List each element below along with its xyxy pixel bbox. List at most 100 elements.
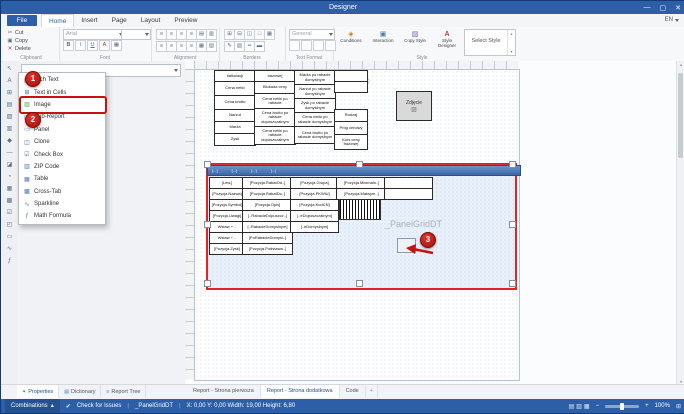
border-button-8[interactable]: ▬ (254, 41, 265, 52)
copy-style-button[interactable]: ▨Copy Style (400, 29, 430, 56)
menu-item-zip-code[interactable]: ▥ZIP Code (19, 161, 105, 173)
font-style-button-4[interactable]: ▦ (111, 40, 122, 51)
view-mode-icons: ▤▥▦ (569, 403, 590, 410)
scroll-down-icon[interactable]: ▾ (510, 49, 512, 54)
menu-item-check-box[interactable]: ☑Check Box (19, 148, 105, 160)
style-designer-button[interactable]: AStyle Designer (432, 29, 462, 56)
cut-label: Cut (15, 30, 24, 36)
language-selector[interactable]: EN (665, 14, 679, 27)
view-mode-icon-2[interactable]: ▦ (584, 403, 590, 410)
sparkline-icon[interactable]: ∿ (4, 244, 15, 254)
report-tree-icon: ≡ (106, 389, 109, 395)
zoom-slider-knob[interactable] (620, 403, 624, 410)
clone-icon: ◫ (23, 139, 31, 146)
cut-button[interactable]: ✂Cut (7, 29, 31, 37)
combinations-button[interactable]: Combinations ▴ (5, 399, 60, 413)
view-mode-icon-0[interactable]: ▤ (569, 403, 575, 410)
sub-report-icon[interactable]: ◰ (4, 220, 15, 230)
zoom-out-button[interactable]: − (596, 403, 600, 409)
font-group: Arial BIUA▦ Font (59, 27, 152, 61)
menu-item-cross-tab[interactable]: ▩Cross-Tab (19, 186, 105, 198)
scroll-up-icon[interactable]: ▴ (677, 62, 684, 67)
math-formula-icon[interactable]: ƒ (4, 256, 15, 266)
tab-insert[interactable]: Insert (74, 14, 104, 27)
gallery-scroll-arrows[interactable]: ▴▾ (507, 30, 515, 55)
text-in-cells-icon[interactable]: ⊞ (4, 88, 15, 98)
report-tab[interactable]: Code (340, 385, 366, 398)
table-icon[interactable]: ▦ (4, 184, 15, 194)
menu-item-math-formula[interactable]: ƒMath Formula (19, 210, 105, 222)
font-style-button-1[interactable]: I (75, 40, 86, 51)
pointer-icon[interactable]: ↖ (4, 64, 15, 74)
copy-button[interactable]: ▣Copy (7, 37, 31, 45)
zoom-slider[interactable] (605, 405, 639, 408)
gauge-icon[interactable]: ◔ (4, 172, 15, 182)
font-style-button-3[interactable]: A (99, 40, 110, 51)
number-format-value: General (292, 31, 312, 37)
view-mode-icon-1[interactable]: ▥ (576, 403, 582, 410)
panel-tab-report-tree[interactable]: ≡Report Tree (101, 385, 146, 398)
format-button-2[interactable] (313, 40, 324, 51)
maximize-icon[interactable]: ▢ (660, 4, 667, 12)
format-button-0[interactable] (289, 40, 300, 51)
page-grid-icon[interactable]: ⊞ (676, 403, 681, 410)
image-icon[interactable]: ▨ (4, 112, 15, 122)
separator: | (127, 403, 129, 409)
select-style-gallery[interactable]: Select Style▴▾ (464, 29, 516, 56)
alignment-button-5[interactable]: ▥ (206, 29, 217, 40)
vertical-scrollbar[interactable]: ▴ ▾ (676, 61, 684, 385)
check-for-issues-button[interactable]: Check for Issues (77, 403, 122, 409)
chevron-down-icon (675, 19, 679, 22)
panel-tab-dictionary[interactable]: ▤Dictionary (59, 385, 101, 398)
panel-tab-properties[interactable]: ✦Properties (17, 385, 59, 398)
rich-text-icon[interactable]: ▤ (4, 100, 15, 110)
check-box-icon[interactable]: ☑ (4, 208, 15, 218)
border-button-4[interactable]: ▦ (264, 29, 275, 40)
chart-icon[interactable]: ◪ (4, 160, 15, 170)
delete-icon: ✕ (7, 46, 13, 52)
menu-item-table[interactable]: ▦Table (19, 173, 105, 185)
scroll-up-icon[interactable]: ▴ (510, 31, 512, 36)
file-tab[interactable]: File (7, 15, 37, 26)
format-button-1[interactable] (301, 40, 312, 51)
scrollbar-thumb[interactable] (678, 73, 683, 158)
alignment-button-11[interactable]: ▧ (206, 41, 217, 52)
ribbon-tab-row: File HomeInsertPageLayoutPreview EN (1, 14, 684, 28)
chevron-up-icon: ▴ (51, 399, 54, 413)
check-icon: ✔ (66, 403, 71, 410)
barcode-icon[interactable]: ▥ (4, 124, 15, 134)
report-tab[interactable]: Report - Strona pierwsza (187, 385, 261, 398)
zip-code-icon: ▥ (23, 163, 31, 170)
delete-button[interactable]: ✕Delete (7, 45, 31, 53)
interaction-button[interactable]: ▣Interaction (368, 29, 398, 56)
minimize-icon[interactable]: — (644, 4, 651, 11)
menu-item-sparkline[interactable]: ∿Sparkline (19, 198, 105, 210)
tab-preview[interactable]: Preview (167, 14, 204, 27)
report-page-tabs: Report - Strona pierwszaReport - Strona … (187, 385, 378, 398)
conditions-button[interactable]: ◈Conditions (336, 29, 366, 56)
check-box-icon: ☑ (23, 151, 31, 158)
tab-layout[interactable]: Layout (134, 14, 168, 27)
font-family-combo[interactable]: Arial (63, 29, 125, 40)
panel-icon[interactable]: ▭ (4, 232, 15, 242)
add-page-tab[interactable]: + (366, 385, 378, 398)
font-style-button-0[interactable]: B (63, 40, 74, 51)
font-size-combo[interactable] (121, 29, 151, 40)
menu-item-clone[interactable]: ◫Clone (19, 136, 105, 148)
close-icon[interactable]: ✕ (675, 4, 681, 12)
line-icon[interactable]: — (4, 148, 15, 158)
font-style-button-2[interactable]: U (87, 40, 98, 51)
report-page[interactable] (194, 69, 520, 381)
number-format-combo[interactable]: General (289, 29, 335, 40)
zoom-in-button[interactable]: + (645, 403, 649, 409)
math-formula-icon: ƒ (23, 213, 31, 219)
cross-tab-icon[interactable]: ▩ (4, 196, 15, 206)
tab-page[interactable]: Page (105, 14, 134, 27)
format-buttons (289, 40, 336, 51)
designer-window: Designer — ▢ ✕ File HomeInsertPageLayout… (0, 0, 684, 414)
copy-icon: ▣ (7, 38, 13, 44)
component-position-readout: X: 0,00 Y: 0,00 Width: 19,00 Height: 6,8… (187, 403, 296, 409)
text-icon[interactable]: A (4, 76, 15, 86)
shape-icon[interactable]: ◆ (4, 136, 15, 146)
report-tab[interactable]: Report - Strona dodatkowa (261, 385, 340, 398)
